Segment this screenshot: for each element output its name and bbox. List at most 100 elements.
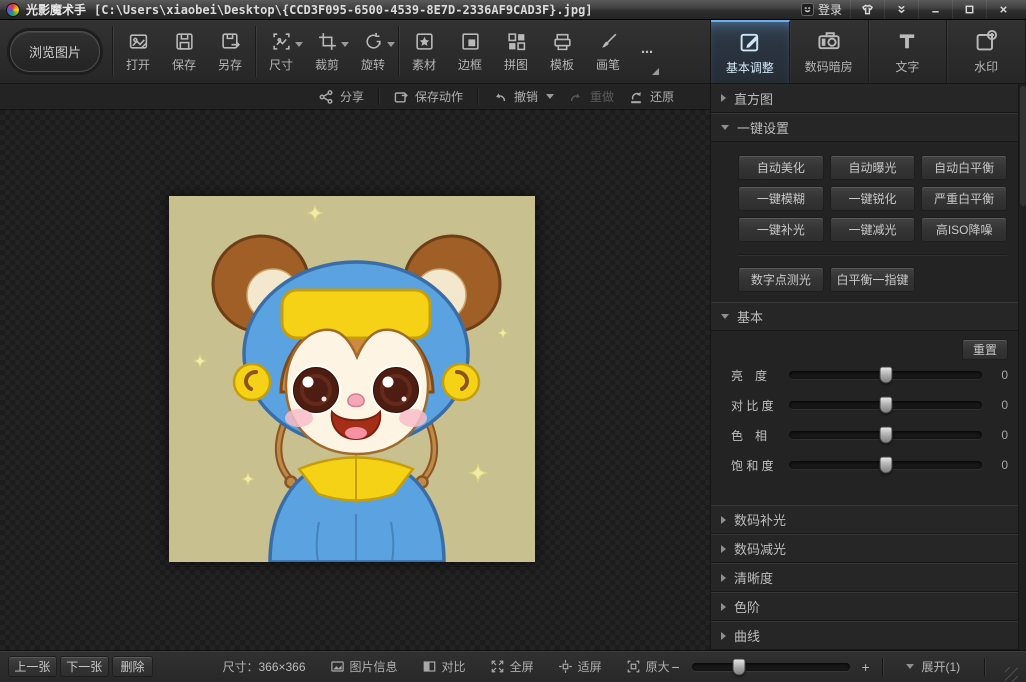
saturation-slider[interactable] xyxy=(789,461,982,469)
browse-images-button[interactable]: 浏览图片 xyxy=(10,31,100,72)
close-button[interactable] xyxy=(986,0,1020,19)
open-image-icon xyxy=(128,31,149,52)
maximize-button[interactable] xyxy=(952,0,986,19)
previous-image-button[interactable]: 上一张 xyxy=(8,656,57,677)
white-balance-one-touch-button[interactable]: 白平衡一指键 xyxy=(830,267,916,292)
undo-button[interactable]: 撤销 xyxy=(492,88,554,105)
section-curves[interactable]: 曲线 xyxy=(711,621,1026,650)
save-as-label: 另存 xyxy=(218,56,242,73)
tab-watermark[interactable]: 水印 xyxy=(947,20,1026,83)
template-icon xyxy=(552,31,573,52)
save-icon xyxy=(174,31,195,52)
tab-basic-adjust-label: 基本调整 xyxy=(726,59,774,76)
tab-digital-darkroom[interactable]: 数码暗房 xyxy=(790,20,869,83)
contrast-slider-thumb[interactable] xyxy=(879,397,892,414)
tab-text[interactable]: 文字 xyxy=(869,20,948,83)
next-image-button[interactable]: 下一张 xyxy=(60,656,109,677)
template-label: 模板 xyxy=(550,56,574,73)
section-clarity[interactable]: 清晰度 xyxy=(711,563,1026,592)
brush-button[interactable]: 画笔 xyxy=(585,20,631,83)
digital-spot-metering-button[interactable]: 数字点测光 xyxy=(738,267,824,292)
contrast-slider[interactable] xyxy=(789,401,982,409)
image-info-label: 图片信息 xyxy=(350,658,398,675)
share-button[interactable]: 分享 xyxy=(318,88,364,105)
save-label: 保存 xyxy=(172,56,196,73)
auto-white-balance-button[interactable]: 自动白平衡 xyxy=(921,155,1007,180)
one-key-sharpen-button[interactable]: 一键锐化 xyxy=(830,186,916,211)
fit-screen-button[interactable]: 适屏 xyxy=(558,658,602,675)
resize-dropdown-arrow[interactable] xyxy=(295,42,303,47)
saturation-label: 饱 和 度 xyxy=(731,457,789,474)
collapse-window-button[interactable] xyxy=(884,0,918,19)
panel-scrollbar-thumb[interactable] xyxy=(1020,86,1026,206)
zoom-in-button[interactable]: + xyxy=(860,659,872,675)
rotate-label: 旋转 xyxy=(361,56,385,73)
hue-slider-thumb[interactable] xyxy=(879,427,892,444)
delete-image-button[interactable]: 删除 xyxy=(112,656,154,677)
section-levels[interactable]: 色阶 xyxy=(711,592,1026,621)
minimize-button[interactable] xyxy=(918,0,952,19)
tab-watermark-label: 水印 xyxy=(974,58,998,75)
zoom-slider-thumb[interactable] xyxy=(733,658,746,675)
compare-button[interactable]: 对比 xyxy=(422,658,466,675)
one-key-fill-light-button[interactable]: 一键补光 xyxy=(738,217,824,242)
zoom-out-button[interactable]: − xyxy=(670,659,682,675)
rotate-button[interactable]: 旋转 xyxy=(350,20,396,83)
save-action-label: 保存动作 xyxy=(415,88,463,105)
separator xyxy=(398,26,399,77)
saturation-slider-thumb[interactable] xyxy=(879,457,892,474)
original-size-icon xyxy=(626,659,641,674)
template-button[interactable]: 模板 xyxy=(539,20,585,83)
auto-beautify-button[interactable]: 自动美化 xyxy=(738,155,824,180)
fullscreen-button[interactable]: 全屏 xyxy=(490,658,534,675)
app-logo-icon xyxy=(6,3,20,17)
original-size-button[interactable]: 原大 xyxy=(626,658,670,675)
resize-grip[interactable] xyxy=(1005,667,1018,682)
expand-button[interactable]: 展开(1) xyxy=(892,658,974,675)
adjustment-panel: 直方图 一键设置 自动美化 自动曝光 自动白平衡 一键模糊 一键锐化 严重白平衡… xyxy=(710,84,1026,650)
skin-button[interactable] xyxy=(850,0,884,19)
section-one-key-settings[interactable]: 一键设置 xyxy=(711,113,1026,142)
section-basic[interactable]: 基本 xyxy=(711,302,1026,331)
hue-slider[interactable] xyxy=(789,431,982,439)
chevron-right-icon xyxy=(721,632,726,640)
auto-exposure-button[interactable]: 自动曝光 xyxy=(830,155,916,180)
save-as-button[interactable]: 另存 xyxy=(207,20,253,83)
resize-button[interactable]: 尺寸 xyxy=(258,20,304,83)
section-digital-dim-light[interactable]: 数码减光 xyxy=(711,534,1026,563)
section-digital-fill-light[interactable]: 数码补光 xyxy=(711,505,1026,534)
severe-white-balance-button[interactable]: 严重白平衡 xyxy=(921,186,1007,211)
login-button[interactable]: 登录 xyxy=(793,0,850,19)
brightness-slider-thumb[interactable] xyxy=(879,367,892,384)
zoom-slider[interactable] xyxy=(692,663,850,671)
undo-dropdown-arrow[interactable] xyxy=(546,94,554,99)
more-tools-button[interactable]: ⋯ xyxy=(631,20,665,83)
histogram-label: 直方图 xyxy=(734,89,773,108)
section-histogram[interactable]: 直方图 xyxy=(711,84,1026,113)
tab-digital-darkroom-label: 数码暗房 xyxy=(805,58,853,75)
crop-button[interactable]: 裁剪 xyxy=(304,20,350,83)
chevron-right-icon xyxy=(721,94,726,102)
one-key-dim-light-button[interactable]: 一键减光 xyxy=(830,217,916,242)
image-info-button[interactable]: 图片信息 xyxy=(330,658,398,675)
material-button[interactable]: 素材 xyxy=(401,20,447,83)
save-button[interactable]: 保存 xyxy=(161,20,207,83)
redo-button[interactable]: 重做 xyxy=(568,88,614,105)
brightness-slider[interactable] xyxy=(789,371,982,379)
one-key-blur-button[interactable]: 一键模糊 xyxy=(738,186,824,211)
border-button[interactable]: 边框 xyxy=(447,20,493,83)
high-iso-denoise-button[interactable]: 高ISO降噪 xyxy=(921,217,1007,242)
save-action-button[interactable]: 保存动作 xyxy=(393,88,463,105)
more-dots-icon: ⋯ xyxy=(641,45,655,59)
tab-basic-adjust[interactable]: 基本调整 xyxy=(711,20,790,83)
collage-button[interactable]: 拼图 xyxy=(493,20,539,83)
panel-scrollbar[interactable] xyxy=(1018,84,1026,650)
crop-dropdown-arrow[interactable] xyxy=(341,42,349,47)
open-button[interactable]: 打开 xyxy=(115,20,161,83)
restore-button[interactable]: 还原 xyxy=(628,88,674,105)
rotate-dropdown-arrow[interactable] xyxy=(387,42,395,47)
separator xyxy=(882,658,883,676)
chevron-down-icon xyxy=(906,664,914,669)
edit-square-icon xyxy=(738,30,762,54)
reset-button[interactable]: 重置 xyxy=(962,339,1008,360)
